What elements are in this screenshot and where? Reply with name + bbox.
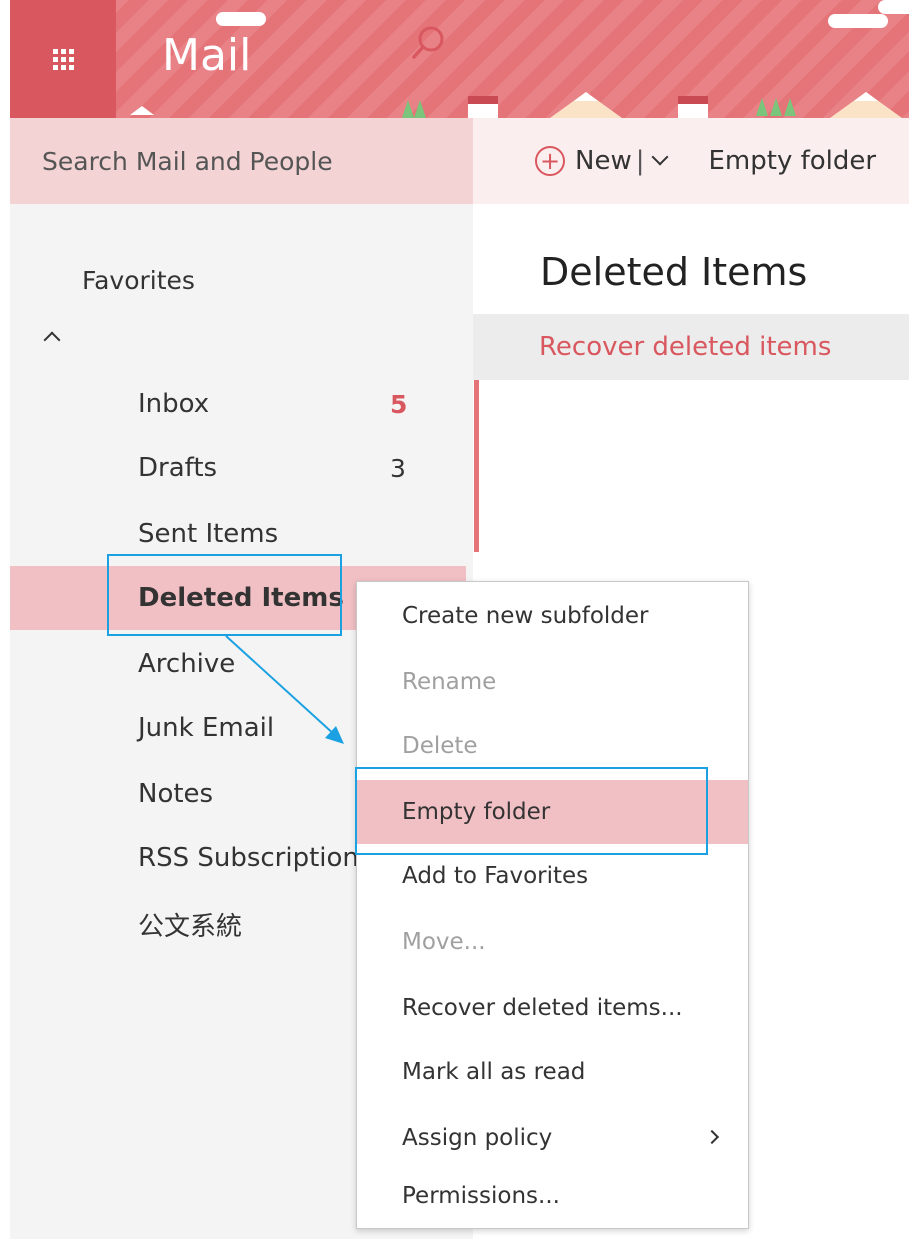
menu-item-empty-folder[interactable]: Empty folder [357,780,748,844]
folder-label: Inbox [138,389,210,419]
cloud-decoration [216,12,266,26]
folder-label: Drafts [138,453,218,483]
menu-item-label: Move... [402,929,486,955]
chevron-up-icon[interactable] [43,331,61,349]
menu-item-label: Empty folder [402,799,551,825]
recover-deleted-items-link[interactable]: Recover deleted items [473,314,909,380]
menu-item-label: Create new subfolder [402,603,649,629]
menu-item-permissions[interactable]: Permissions... [357,1164,748,1228]
empty-folder-button[interactable]: Empty folder [708,146,876,176]
menu-item-assign-policy[interactable]: Assign policy [357,1106,748,1170]
folder-label: Notes [138,779,214,809]
toolbar-separator: | [635,146,645,176]
command-toolbar: + New | Empty folder [473,118,909,204]
menu-item-label: Delete [402,733,478,759]
tree-decoration [784,98,796,116]
unread-count-badge: 5 [390,389,408,419]
menu-item-delete: Delete [357,714,748,778]
tree-decoration [770,98,782,116]
menu-item-label: Mark all as read [402,1059,586,1085]
folder-drafts[interactable]: Drafts 3 [10,436,473,500]
folder-label: Archive [138,649,236,679]
app-header: Mail [10,0,909,118]
menu-item-label: Recover deleted items... [402,995,683,1021]
tree-decoration [414,100,426,118]
mountain-peak-decoration [130,106,154,115]
menu-item-recover-deleted-items[interactable]: Recover deleted items... [357,976,748,1040]
selection-accent-bar [474,380,479,552]
search-bar [10,118,473,204]
menu-item-label: Assign policy [402,1125,553,1151]
menu-item-rename: Rename [357,650,748,714]
folder-label: Junk Email [138,713,275,743]
menu-item-create-subfolder[interactable]: Create new subfolder [357,584,748,648]
chevron-down-icon[interactable] [651,148,669,166]
new-label: New [575,146,632,176]
menu-item-move: Move... [357,910,748,974]
tree-decoration [756,98,768,116]
tree-decoration [402,100,414,118]
folder-sent-items[interactable]: Sent Items [10,502,473,566]
waffle-icon [52,48,74,70]
folder-label: RSS Subscription [138,843,359,873]
menu-item-add-to-favorites[interactable]: Add to Favorites [357,844,748,908]
mountain-peak-decoration [854,92,878,101]
app-launcher-button[interactable] [10,0,116,118]
house-decoration [468,96,498,118]
folder-inbox[interactable]: Inbox 5 [10,372,473,436]
app-title: Mail [162,30,252,81]
folder-label: 公文系統 [138,911,243,942]
folder-label: Deleted Items [138,583,344,613]
cloud-decoration [878,0,909,14]
new-message-button[interactable]: + New [535,146,632,176]
item-count-badge: 3 [390,453,406,483]
menu-item-label: Add to Favorites [402,863,589,889]
house-decoration [678,96,708,118]
search-icon[interactable] [408,24,448,64]
folder-title: Deleted Items [540,250,808,294]
favorites-heading[interactable]: Favorites [82,266,195,295]
chevron-right-icon [704,1129,720,1145]
plus-circle-icon: + [535,146,565,176]
menu-item-mark-all-read[interactable]: Mark all as read [357,1040,748,1104]
mountain-peak-decoration [574,92,598,101]
cloud-decoration [828,14,888,28]
search-input[interactable] [42,146,402,176]
menu-item-label: Rename [402,669,497,695]
folder-label: Sent Items [138,519,279,549]
folder-context-menu: Create new subfolder Rename Delete Empty… [356,581,749,1229]
menu-item-label: Permissions... [402,1183,560,1209]
